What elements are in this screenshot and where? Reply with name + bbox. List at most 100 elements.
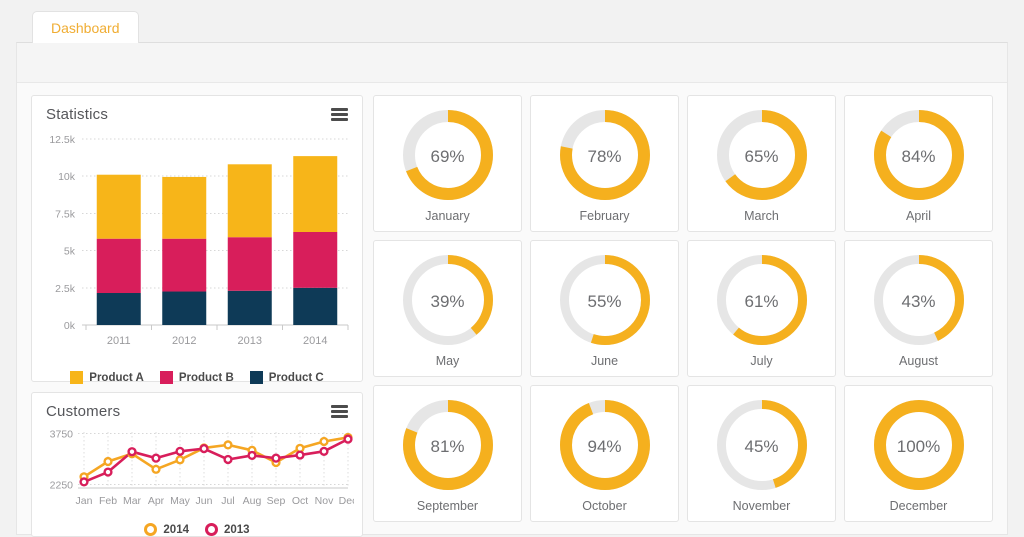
donut-chart: 78% bbox=[559, 109, 651, 206]
donut-chart: 45% bbox=[716, 399, 808, 496]
statistics-card: Statistics 0k 2.5k 5k 7.5k 10k 12.5k 2011 2012 2… bbox=[31, 95, 363, 384]
customers-card-header: Customers bbox=[32, 393, 362, 424]
left-column: Statistics 0k 2.5k 5k 7.5k 10k 12.5k 2011 2012 2… bbox=[31, 95, 363, 537]
donut-value-label: 84% bbox=[901, 147, 936, 166]
legend-label-product-a: Product A bbox=[89, 371, 144, 384]
svg-text:7.5k: 7.5k bbox=[55, 208, 76, 220]
svg-text:2013: 2013 bbox=[238, 335, 262, 347]
legend-item-product-a: Product A bbox=[70, 371, 144, 384]
customers-line-chart-svg: 2250 3750 Jan Feb Mar Apr May Jun Jul Aug Sep Oct No… bbox=[50, 429, 358, 507]
donut-value-label: 69% bbox=[430, 147, 465, 166]
donut-card[interactable]: 81% September bbox=[373, 385, 522, 522]
svg-text:10k: 10k bbox=[58, 171, 76, 183]
donut-chart: 81% bbox=[402, 399, 494, 496]
legend-label-2013: 2013 bbox=[224, 523, 250, 536]
panel-toolbar-strip bbox=[17, 43, 1007, 83]
legend-item-2014: 2014 bbox=[144, 523, 189, 536]
donut-card[interactable]: 100% December bbox=[844, 385, 993, 522]
donut-chart: 43% bbox=[873, 254, 965, 351]
customers-chart: 2250 3750 Jan Feb Mar Apr May Jun Jul Aug Sep Oct No… bbox=[32, 424, 362, 521]
donut-card[interactable]: 69% January bbox=[373, 95, 522, 232]
donut-month-label: April bbox=[905, 208, 931, 223]
donut-chart: 100% bbox=[873, 399, 965, 496]
content-panel: Statistics 0k 2.5k 5k 7.5k 10k 12.5k 2011 2012 2… bbox=[16, 42, 1008, 537]
tab-dashboard[interactable]: Dashboard bbox=[32, 11, 139, 43]
legend-item-2013: 2013 bbox=[205, 523, 250, 536]
donut-chart: 55% bbox=[559, 254, 651, 351]
donut-card[interactable]: 78% February bbox=[530, 95, 679, 232]
donut-value-label: 61% bbox=[744, 292, 779, 311]
customers-legend: 2014 2013 bbox=[32, 521, 362, 536]
customers-card: Customers 2250 3750 Jan Feb Mar Apr May Jun Jul A… bbox=[31, 392, 363, 537]
legend-label-2014: 2014 bbox=[163, 523, 189, 536]
hamburger-menu-icon[interactable] bbox=[329, 106, 350, 123]
svg-text:Aug: Aug bbox=[243, 495, 262, 507]
donut-month-label: August bbox=[899, 353, 938, 368]
svg-text:2.5k: 2.5k bbox=[55, 283, 76, 295]
svg-text:2014: 2014 bbox=[303, 335, 327, 347]
statistics-title: Statistics bbox=[46, 106, 109, 123]
donut-value-label: 39% bbox=[430, 292, 465, 311]
tab-dashboard-label: Dashboard bbox=[51, 20, 120, 36]
donut-month-label: November bbox=[732, 498, 791, 513]
svg-text:Jul: Jul bbox=[221, 495, 234, 507]
donut-value-label: 81% bbox=[430, 437, 465, 456]
donut-month-label: May bbox=[435, 353, 460, 368]
monthly-donut-grid: 69% January 78% February 65% March 84% April 39%… bbox=[373, 95, 993, 522]
donut-card[interactable]: 84% April bbox=[844, 95, 993, 232]
donut-card[interactable]: 43% August bbox=[844, 240, 993, 377]
statistics-legend: Product A Product B Product C bbox=[32, 369, 362, 384]
legend-swatch-product-c bbox=[249, 371, 263, 384]
statistics-card-header: Statistics bbox=[32, 96, 362, 127]
svg-text:Jun: Jun bbox=[196, 495, 213, 507]
svg-text:Dec: Dec bbox=[339, 495, 354, 507]
hamburger-menu-icon[interactable] bbox=[329, 403, 350, 420]
donut-card[interactable]: 45% November bbox=[687, 385, 836, 522]
donut-card[interactable]: 61% July bbox=[687, 240, 836, 377]
donut-value-label: 94% bbox=[587, 437, 622, 456]
legend-marker-2013 bbox=[205, 523, 218, 536]
svg-text:0k: 0k bbox=[64, 320, 76, 332]
tab-bar: Dashboard bbox=[0, 0, 1024, 43]
donut-chart: 39% bbox=[402, 254, 494, 351]
donut-month-label: October bbox=[582, 498, 627, 513]
legend-marker-2014 bbox=[144, 523, 158, 536]
svg-text:5k: 5k bbox=[64, 246, 76, 258]
svg-text:Feb: Feb bbox=[99, 495, 117, 507]
svg-text:May: May bbox=[170, 495, 191, 507]
donut-card[interactable]: 39% May bbox=[373, 240, 522, 377]
donut-month-label: February bbox=[579, 208, 630, 223]
statistics-chart: 0k 2.5k 5k 7.5k 10k 12.5k 2011 2012 2013 2014 bbox=[32, 127, 362, 369]
donut-month-label: March bbox=[744, 208, 779, 223]
legend-label-product-b: Product B bbox=[178, 371, 234, 384]
svg-text:Sep: Sep bbox=[267, 495, 286, 507]
donut-card[interactable]: 65% March bbox=[687, 95, 836, 232]
svg-text:2011: 2011 bbox=[107, 335, 131, 347]
donut-month-label: December bbox=[889, 498, 948, 513]
donut-value-label: 65% bbox=[744, 147, 779, 166]
legend-swatch-product-a bbox=[70, 371, 84, 384]
donut-value-label: 55% bbox=[587, 292, 622, 311]
donut-month-label: July bbox=[750, 353, 773, 368]
donut-chart: 84% bbox=[873, 109, 965, 206]
legend-item-product-b: Product B bbox=[159, 371, 234, 384]
donut-value-label: 43% bbox=[901, 292, 936, 311]
donut-chart: 69% bbox=[402, 109, 494, 206]
donut-card[interactable]: 55% June bbox=[530, 240, 679, 377]
donut-month-label: January bbox=[425, 208, 470, 223]
legend-swatch-product-b bbox=[159, 371, 173, 384]
svg-text:Nov: Nov bbox=[315, 495, 334, 507]
svg-text:2250: 2250 bbox=[50, 480, 74, 492]
svg-text:Apr: Apr bbox=[148, 495, 165, 507]
svg-text:12.5k: 12.5k bbox=[49, 134, 75, 146]
svg-text:Mar: Mar bbox=[123, 495, 142, 507]
dashboard-content: Statistics 0k 2.5k 5k 7.5k 10k 12.5k 2011 2012 2… bbox=[17, 83, 1007, 537]
legend-item-product-c: Product C bbox=[249, 371, 324, 384]
svg-text:Jan: Jan bbox=[76, 495, 93, 507]
statistics-bar-chart-svg: 0k 2.5k 5k 7.5k 10k 12.5k 2011 2012 2013 2014 bbox=[49, 134, 349, 347]
donut-card[interactable]: 94% October bbox=[530, 385, 679, 522]
donut-value-label: 78% bbox=[587, 147, 622, 166]
donut-month-label: September bbox=[416, 498, 479, 513]
donut-chart: 61% bbox=[716, 254, 808, 351]
customers-title: Customers bbox=[46, 403, 121, 420]
